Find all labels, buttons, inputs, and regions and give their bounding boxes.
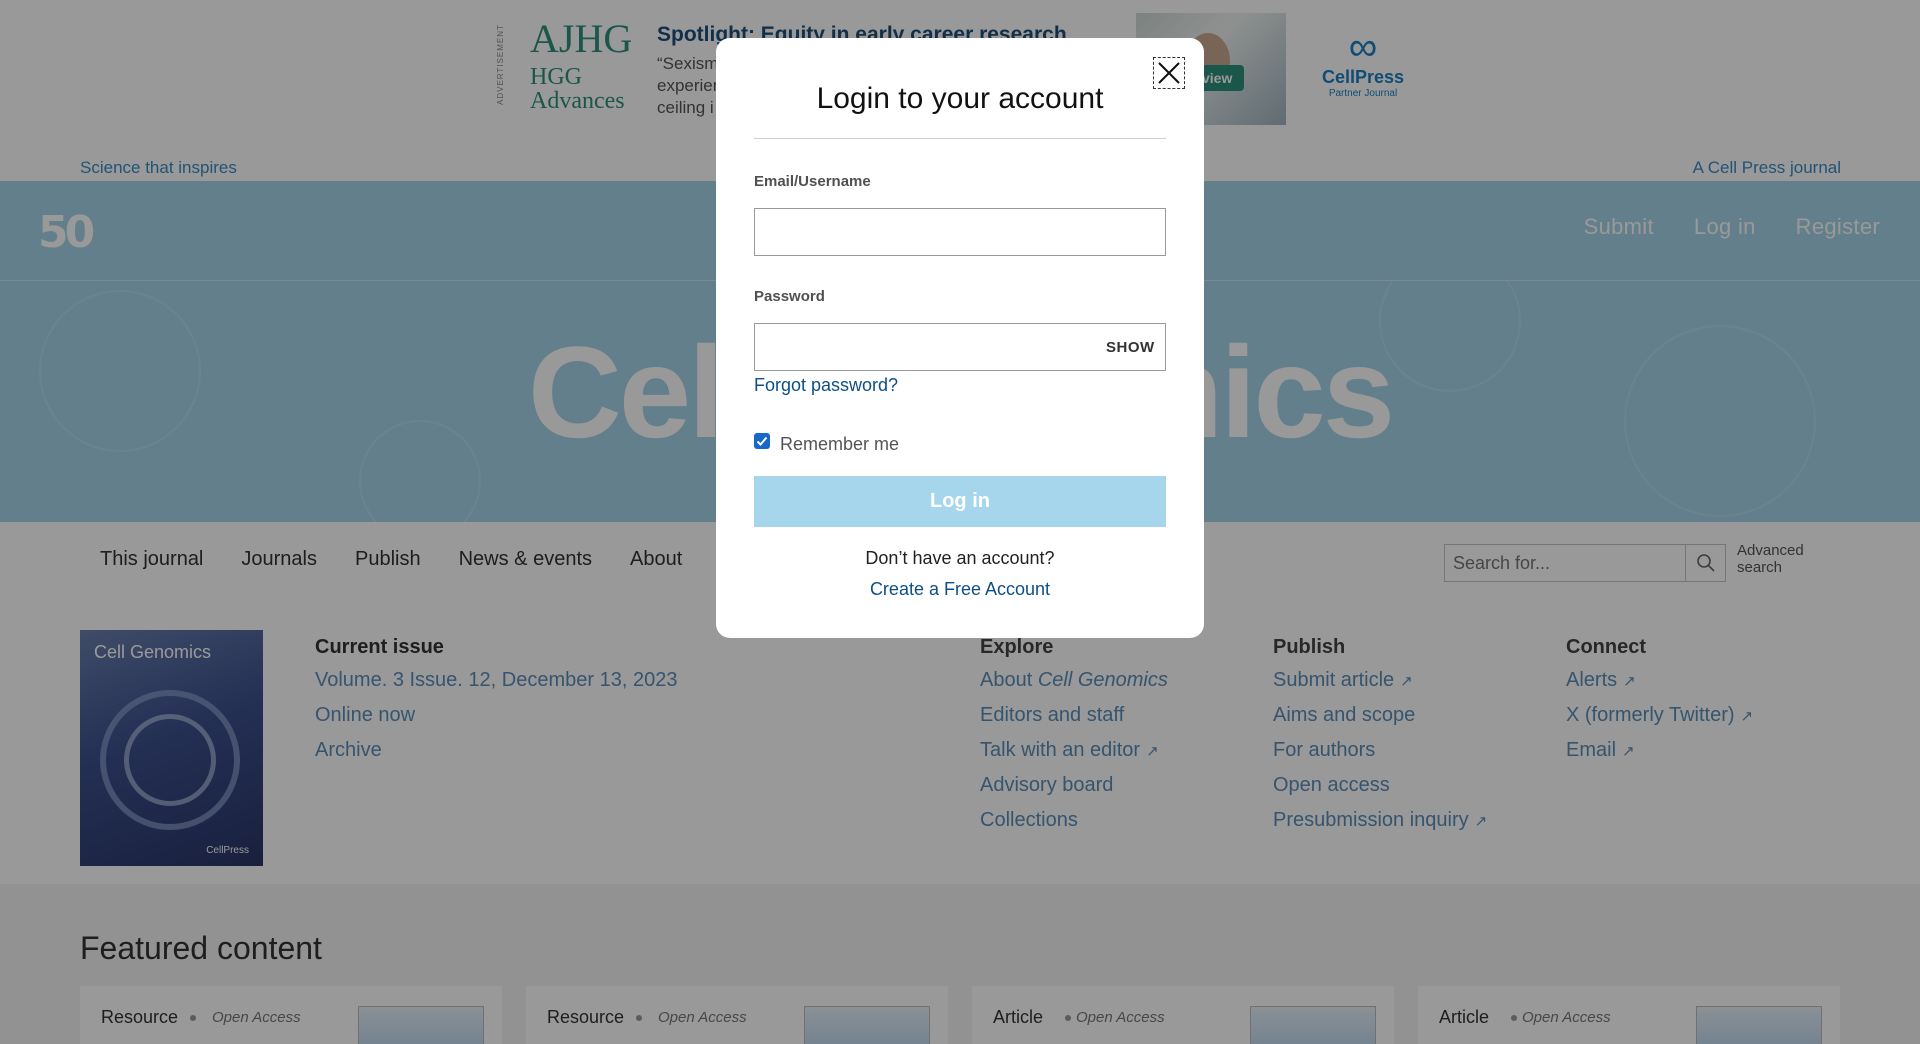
email-field[interactable] bbox=[754, 208, 1166, 256]
check-icon bbox=[756, 436, 768, 446]
remember-me-checkbox[interactable] bbox=[754, 433, 770, 449]
title-divider bbox=[754, 138, 1166, 139]
show-password-button[interactable]: SHOW bbox=[1106, 339, 1155, 356]
login-button[interactable]: Log in bbox=[754, 476, 1166, 527]
password-label: Password bbox=[754, 288, 825, 305]
create-account-link[interactable]: Create a Free Account bbox=[716, 579, 1204, 600]
email-label: Email/Username bbox=[754, 173, 871, 190]
modal-title: Login to your account bbox=[816, 82, 1104, 115]
forgot-password-link[interactable]: Forgot password? bbox=[754, 375, 898, 396]
login-modal: Login to your account Email/Username Pas… bbox=[716, 38, 1204, 638]
password-field[interactable] bbox=[754, 323, 1166, 371]
remember-me-label[interactable]: Remember me bbox=[780, 434, 899, 455]
no-account-text: Don’t have an account? bbox=[865, 548, 1055, 568]
